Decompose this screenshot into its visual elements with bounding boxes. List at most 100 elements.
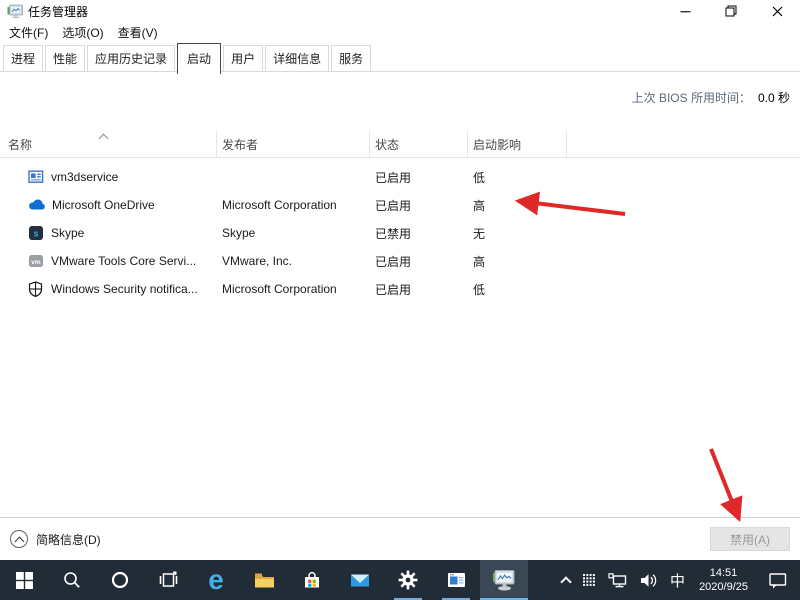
bios-time-value: 0.0 秒 — [758, 91, 790, 105]
fewer-details-toggle[interactable]: 简略信息(D) — [10, 530, 101, 548]
menu-file[interactable]: 文件(F) — [2, 22, 55, 43]
cell-name: vm3dservice — [0, 169, 217, 185]
startup-item-row[interactable]: Windows Security notifica... Microsoft Co… — [0, 275, 800, 303]
cell-publisher: Microsoft Corporation — [217, 282, 370, 296]
vm3d-icon — [28, 169, 44, 185]
cell-publisher: Microsoft Corporation — [217, 198, 370, 212]
cell-impact: 高 — [468, 197, 567, 214]
cell-name: Microsoft OneDrive — [0, 197, 217, 213]
cortana-circle-icon — [111, 571, 129, 589]
column-header-1[interactable]: 发布者 — [217, 131, 370, 157]
windows-logo-icon — [16, 572, 33, 589]
restore-button[interactable] — [708, 0, 754, 22]
shield-icon — [28, 281, 44, 297]
tab-services[interactable]: 服务 — [331, 45, 371, 72]
task-view-button[interactable] — [144, 560, 192, 600]
tab-strip: 进程性能应用历史记录启动用户详细信息服务 — [0, 45, 800, 72]
chevron-up-circle-icon — [10, 530, 28, 548]
ime-indicator[interactable]: 中 — [664, 560, 691, 600]
menubar: 文件(F)选项(O)查看(V) — [0, 22, 800, 42]
minimize-icon — [680, 6, 691, 17]
menu-view[interactable]: 查看(V) — [111, 22, 165, 43]
minimize-button[interactable] — [662, 0, 708, 22]
startup-table-body: vm3dservice已启用低 Microsoft OneDriveMicros… — [0, 163, 800, 303]
cortana-button[interactable] — [96, 560, 144, 600]
settings-button[interactable] — [384, 560, 432, 600]
system-tray: 中 14:51 2020/9/25 — [556, 560, 800, 600]
cell-name: Windows Security notifica... — [0, 281, 217, 297]
disable-button[interactable]: 禁用(A) — [710, 527, 790, 551]
startup-item-row[interactable]: vm3dservice 已启用低 — [0, 163, 800, 191]
task-manager-window: 任务管理器 文件(F)选项(O)查看(V) 进程性能应用历史记录启动用户详细信息… — [0, 0, 800, 560]
column-header-2[interactable]: 状态 — [370, 131, 468, 157]
app-window-icon — [447, 572, 466, 588]
item-name: VMware Tools Core Servi... — [51, 254, 196, 268]
cell-impact: 低 — [468, 281, 567, 298]
startup-table-header: 名称发布者状态启动影响 — [0, 131, 800, 158]
chevron-up-icon — [560, 576, 571, 587]
onedrive-icon — [28, 197, 45, 213]
show-hidden-icons-button[interactable] — [556, 560, 576, 600]
menu-options[interactable]: 选项(O) — [55, 22, 110, 43]
cell-impact: 低 — [468, 169, 567, 186]
touch-keyboard-button[interactable] — [576, 560, 602, 600]
cell-impact: 高 — [468, 253, 567, 270]
store-icon — [303, 571, 321, 589]
vmware-icon: vm — [28, 253, 44, 269]
action-center-button[interactable] — [756, 560, 800, 600]
file-explorer-icon — [254, 572, 275, 589]
task-manager-taskbar-button[interactable] — [480, 560, 528, 600]
clock-time: 14:51 — [699, 566, 748, 580]
grid-icon — [582, 573, 596, 587]
startup-item-row[interactable]: vm VMware Tools Core Servi...VMware, Inc… — [0, 247, 800, 275]
speaker-icon — [640, 573, 658, 588]
item-name: Windows Security notifica... — [51, 282, 198, 296]
file-explorer-button[interactable] — [240, 560, 288, 600]
item-name: Skype — [51, 226, 84, 240]
window-title: 任务管理器 — [28, 3, 88, 20]
bios-time-line: 上次 BIOS 所用时间： 0.0 秒 — [0, 72, 800, 106]
cell-name: vm VMware Tools Core Servi... — [0, 253, 217, 269]
search-button[interactable] — [48, 560, 96, 600]
tab-app-history[interactable]: 应用历史记录 — [87, 45, 175, 72]
clock-date: 2020/9/25 — [699, 580, 748, 594]
edge-button[interactable]: e — [192, 560, 240, 600]
cell-impact: 无 — [468, 225, 567, 242]
taskbar-clock[interactable]: 14:51 2020/9/25 — [691, 566, 756, 594]
cell-status: 已启用 — [370, 253, 468, 270]
tab-details[interactable]: 详细信息 — [265, 45, 329, 72]
cell-publisher: Skype — [217, 226, 370, 240]
footer-bar: 简略信息(D) 禁用(A) — [0, 517, 800, 560]
item-name: vm3dservice — [51, 170, 118, 184]
cell-status: 已禁用 — [370, 225, 468, 242]
volume-button[interactable] — [634, 560, 664, 600]
start-button[interactable] — [0, 560, 48, 600]
tab-performance[interactable]: 性能 — [45, 45, 85, 72]
titlebar: 任务管理器 — [0, 0, 800, 22]
cell-publisher: VMware, Inc. — [217, 254, 370, 268]
app-window-button[interactable] — [432, 560, 480, 600]
startup-item-row[interactable]: s SkypeSkype已禁用无 — [0, 219, 800, 247]
search-icon — [63, 571, 81, 589]
tab-processes[interactable]: 进程 — [3, 45, 43, 72]
store-button[interactable] — [288, 560, 336, 600]
action-center-icon — [769, 572, 787, 589]
close-button[interactable] — [754, 0, 800, 22]
bios-time-label: 上次 BIOS 所用时间： — [632, 91, 751, 105]
tab-users[interactable]: 用户 — [223, 45, 263, 72]
taskbar: e — [0, 560, 800, 600]
cell-name: s Skype — [0, 225, 217, 241]
task-view-icon — [159, 571, 178, 589]
mail-button[interactable] — [336, 560, 384, 600]
tab-startup[interactable]: 启动 — [177, 43, 221, 74]
cell-status: 已启用 — [370, 169, 468, 186]
startup-item-row[interactable]: Microsoft OneDriveMicrosoft Corporation已… — [0, 191, 800, 219]
restore-icon — [725, 5, 737, 17]
network-button[interactable] — [602, 560, 634, 600]
task-manager-icon — [492, 569, 516, 592]
column-header-0[interactable]: 名称 — [0, 131, 217, 157]
mail-icon — [350, 573, 370, 588]
cell-status: 已启用 — [370, 197, 468, 214]
svg-text:s: s — [33, 228, 38, 238]
column-header-3[interactable]: 启动影响 — [468, 131, 567, 157]
